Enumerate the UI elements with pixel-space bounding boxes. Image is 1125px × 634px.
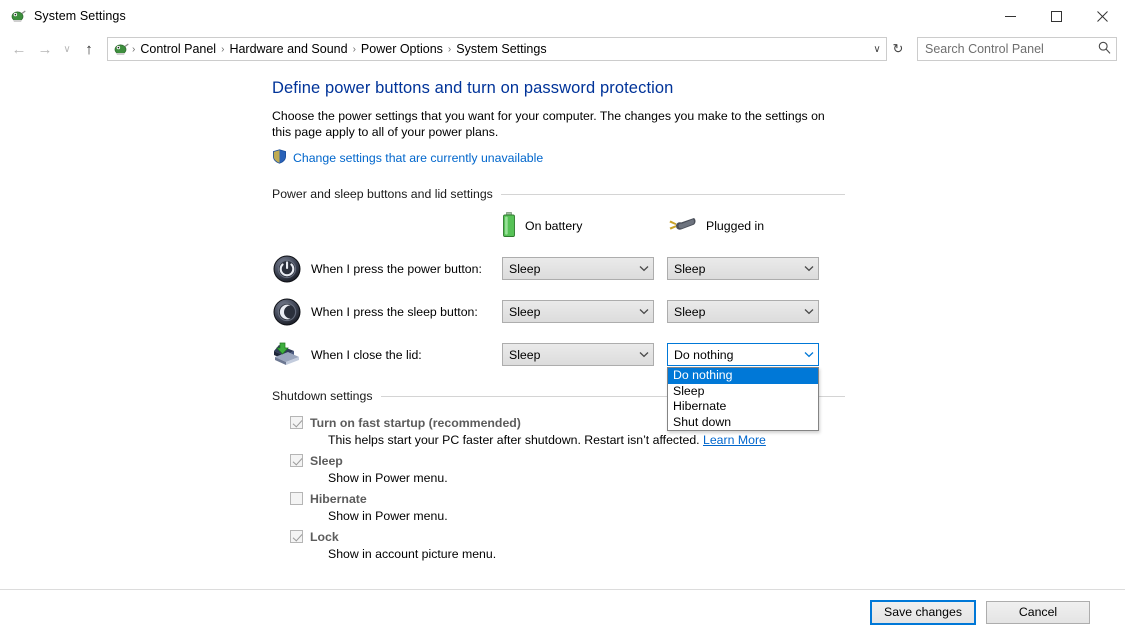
checkbox-item-hibernate: Hibernate Show in Power menu.: [272, 489, 1125, 525]
breadcrumb-item-hardware-and-sound[interactable]: Hardware and Sound: [225, 40, 351, 58]
title-bar: System Settings: [0, 0, 1125, 33]
content-area: Define power buttons and turn on passwor…: [0, 65, 1125, 563]
combo-value: Do nothing: [674, 347, 734, 362]
dropdown-option-sleep[interactable]: Sleep: [668, 384, 818, 400]
chevron-down-icon: [799, 350, 818, 360]
forward-icon[interactable]: →: [32, 36, 58, 62]
section-divider: [500, 193, 845, 195]
setting-label-power-button: When I press the power button:: [311, 261, 482, 276]
power-button-icon: [272, 254, 302, 284]
chevron-down-icon: [634, 350, 653, 360]
setting-row-power-button: When I press the power button: Sleep Sle…: [272, 247, 1125, 290]
checkbox-label-lock: Lock: [310, 529, 339, 544]
combo-value: Sleep: [509, 347, 541, 362]
column-label-on-battery: On battery: [525, 219, 583, 233]
page-title: Define power buttons and turn on passwor…: [272, 79, 674, 97]
combo-power-button-on-battery[interactable]: Sleep: [502, 257, 654, 280]
control-panel-icon: [10, 8, 26, 24]
window-title: System Settings: [34, 9, 126, 23]
checkbox-label-hibernate: Hibernate: [310, 491, 367, 506]
minimize-button[interactable]: [987, 0, 1033, 32]
combo-value: Sleep: [674, 304, 706, 319]
column-headers: On battery Plugged in: [502, 211, 1125, 241]
cancel-button[interactable]: Cancel: [986, 600, 1090, 624]
breadcrumb-item-system-settings[interactable]: System Settings: [452, 40, 550, 58]
search-box[interactable]: [917, 37, 1117, 61]
setting-label-sleep-button: When I press the sleep button:: [311, 304, 478, 319]
close-button[interactable]: [1079, 0, 1125, 32]
battery-icon: [502, 211, 516, 241]
footer-actions: Save changes Cancel: [0, 590, 1125, 634]
dropdown-list-close-lid-plugged-in[interactable]: Do nothing Sleep Hibernate Shut down: [667, 367, 819, 431]
checkbox-sleep[interactable]: [290, 454, 303, 467]
save-changes-button[interactable]: Save changes: [870, 599, 976, 625]
checkbox-row[interactable]: Hibernate: [290, 489, 1125, 508]
window-controls: [987, 0, 1125, 32]
combo-close-lid-on-battery[interactable]: Sleep: [502, 343, 654, 366]
combo-sleep-button-plugged-in[interactable]: Sleep: [667, 300, 819, 323]
combo-value: Sleep: [509, 261, 541, 276]
breadcrumb-item-power-options[interactable]: Power Options: [357, 40, 447, 58]
checkbox-hibernate[interactable]: [290, 492, 303, 505]
up-icon[interactable]: ↑: [76, 36, 102, 62]
combo-close-lid-plugged-in[interactable]: Do nothing Do nothing Sleep Hibernate Sh…: [667, 343, 819, 431]
combo-value: Sleep: [509, 304, 541, 319]
checkbox-sub-hibernate: Show in Power menu.: [328, 509, 448, 523]
setting-row-close-lid: When I close the lid: Sleep Do nothing D…: [272, 333, 1125, 431]
refresh-icon[interactable]: ↻: [887, 41, 909, 57]
setting-row-sleep-button: When I press the sleep button: Sleep Sle…: [272, 290, 1125, 333]
combo-value: Sleep: [674, 261, 706, 276]
checkbox-row[interactable]: Lock: [290, 527, 1125, 546]
setting-label-close-lid: When I close the lid:: [311, 347, 422, 362]
chevron-down-icon: [634, 264, 653, 274]
back-icon[interactable]: ←: [6, 36, 32, 62]
address-bar: ← → ∨ ↑ › Control Panel › Hardware and S…: [0, 33, 1125, 65]
breadcrumb-chevron-down-icon[interactable]: ∨: [868, 44, 886, 55]
uac-link-label[interactable]: Change settings that are currently unava…: [293, 151, 543, 165]
chevron-down-icon: [799, 264, 818, 274]
breadcrumb-item-control-panel[interactable]: Control Panel: [136, 40, 220, 58]
checkbox-fast-startup[interactable]: [290, 416, 303, 429]
breadcrumb[interactable]: › Control Panel › Hardware and Sound › P…: [107, 37, 887, 61]
sub-text: This helps start your PC faster after sh…: [328, 433, 703, 447]
section-label: Shutdown settings: [272, 389, 373, 403]
checkbox-item-lock: Lock Show in account picture menu.: [272, 527, 1125, 563]
checkbox-lock[interactable]: [290, 530, 303, 543]
checkbox-label-sleep: Sleep: [310, 453, 343, 468]
column-on-battery: On battery: [502, 211, 667, 241]
checkbox-sub-sleep: Show in Power menu.: [328, 471, 448, 485]
column-plugged-in: Plugged in: [667, 214, 832, 239]
checkbox-sub-fast-startup: This helps start your PC faster after sh…: [328, 432, 1125, 449]
dropdown-option-do-nothing[interactable]: Do nothing: [668, 368, 818, 384]
dropdown-option-shut-down[interactable]: Shut down: [668, 415, 818, 431]
combo-power-button-plugged-in[interactable]: Sleep: [667, 257, 819, 280]
checkbox-row[interactable]: Sleep: [290, 451, 1125, 470]
checkbox-item-sleep: Sleep Show in Power menu.: [272, 451, 1125, 487]
dropdown-option-hibernate[interactable]: Hibernate: [668, 399, 818, 415]
learn-more-link[interactable]: Learn More: [703, 433, 766, 447]
chevron-down-icon: [799, 307, 818, 317]
breadcrumb-root-icon: [113, 41, 131, 57]
power-plug-icon: [667, 214, 697, 239]
sleep-button-icon: [272, 297, 302, 327]
page-description: Choose the power settings that you want …: [272, 109, 825, 139]
checkbox-label-fast-startup: Turn on fast startup (recommended): [310, 415, 521, 430]
checkbox-sub-lock: Show in account picture menu.: [328, 547, 497, 561]
recent-locations-icon[interactable]: ∨: [58, 36, 76, 62]
section-label: Power and sleep buttons and lid settings: [272, 187, 493, 201]
search-icon[interactable]: [1092, 41, 1116, 57]
uac-change-settings-link[interactable]: Change settings that are currently unava…: [272, 149, 1125, 167]
shield-icon: [272, 149, 287, 167]
section-header-power-and-sleep: Power and sleep buttons and lid settings: [272, 187, 845, 201]
combo-sleep-button-on-battery[interactable]: Sleep: [502, 300, 654, 323]
chevron-down-icon: [634, 307, 653, 317]
column-label-plugged-in: Plugged in: [706, 219, 765, 233]
search-input[interactable]: [918, 41, 1092, 57]
maximize-button[interactable]: [1033, 0, 1079, 32]
laptop-lid-icon: [272, 340, 302, 370]
